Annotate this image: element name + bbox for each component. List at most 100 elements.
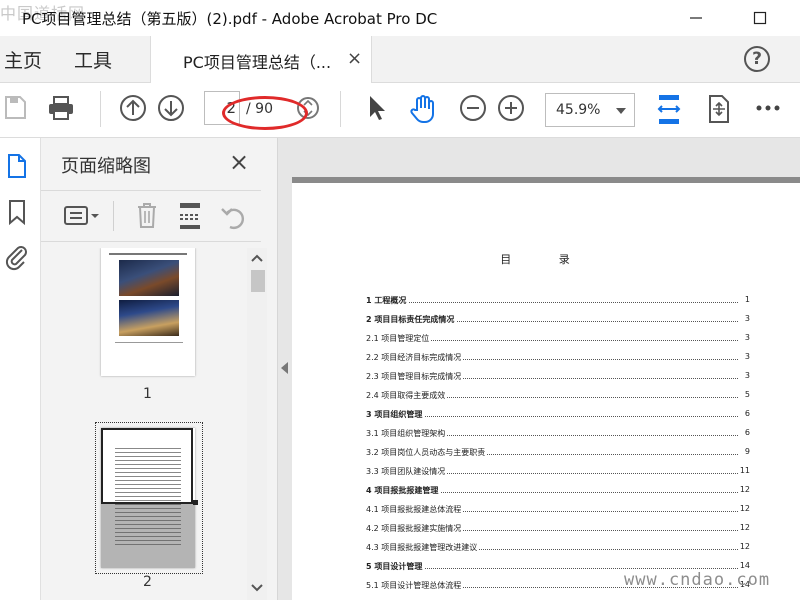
close-panel-button[interactable]: × bbox=[229, 148, 249, 176]
window-title: PC项目管理总结（第五版）(2).pdf - Adobe Acrobat Pro… bbox=[22, 10, 438, 28]
bookmark-icon[interactable] bbox=[6, 198, 28, 226]
toc-entry[interactable]: 2.3 项目管理目标完成情况 3 bbox=[366, 371, 750, 385]
zoom-select[interactable]: 45.9% bbox=[545, 93, 635, 127]
rotate-icon[interactable] bbox=[219, 201, 247, 231]
toc-entry-text: 3.2 项目岗位人员动态与主要职责 bbox=[366, 447, 488, 458]
toc-entry-page: 12 bbox=[739, 523, 750, 532]
toc-entry-text: 2.2 项目经济目标完成情况 bbox=[366, 352, 464, 363]
save-icon[interactable] bbox=[4, 93, 28, 123]
toc-entry[interactable]: 2.1 项目管理定位 3 bbox=[366, 333, 750, 347]
toc-entry-text: 5 项目设计管理 bbox=[366, 561, 425, 572]
thumb-resize-handle[interactable] bbox=[193, 500, 198, 505]
toc-entry[interactable]: 4.2 项目报批报建实施情况 12 bbox=[366, 523, 750, 537]
fit-width-icon[interactable] bbox=[656, 93, 682, 127]
thumb-image-2 bbox=[119, 300, 179, 336]
thumbnail-scrollbar[interactable] bbox=[247, 248, 267, 600]
close-tab-button[interactable]: × bbox=[347, 48, 362, 69]
toolbar-separator bbox=[340, 91, 341, 127]
help-button[interactable]: ? bbox=[744, 46, 770, 72]
toolbar-separator bbox=[100, 91, 101, 127]
next-page-icon[interactable] bbox=[156, 93, 186, 123]
toc-entry-page: 3 bbox=[744, 352, 750, 361]
toc-entry[interactable]: 4 项目报批报建管理 12 bbox=[366, 485, 750, 499]
minimize-icon bbox=[690, 17, 702, 19]
toc-entry[interactable]: 4.3 项目报批报建管理改进建议 12 bbox=[366, 542, 750, 556]
toc-entry[interactable]: 1 工程概况 1 bbox=[366, 295, 750, 309]
toc-entry[interactable]: 2.4 项目取得主要成效 5 bbox=[366, 390, 750, 404]
toc-entry-text: 3.3 项目团队建设情况 bbox=[366, 466, 448, 477]
toc-entry[interactable]: 3.2 项目岗位人员动态与主要职责 9 bbox=[366, 447, 750, 461]
toc-entry-text: 4.3 项目报批报建管理改进建议 bbox=[366, 542, 480, 553]
thumb-image-1 bbox=[119, 260, 179, 296]
toc-entry-text: 4.1 项目报批报建总体流程 bbox=[366, 504, 464, 515]
toc-title: 目 录 bbox=[500, 253, 592, 266]
toc-entry-page: 1 bbox=[744, 295, 750, 304]
delete-icon[interactable] bbox=[135, 201, 159, 231]
document-tab-label: PC项目管理总结（... bbox=[183, 53, 332, 72]
zoom-value: 45.9% bbox=[556, 102, 601, 118]
extract-pages-icon[interactable] bbox=[177, 201, 203, 231]
thumbnail-list: 1 2 bbox=[41, 248, 251, 600]
document-page: 目 录 1 工程概况 1 2 项目目标责任完成情况 3 2.1 项目管理定位 3 2.2 项… bbox=[292, 177, 800, 600]
toc-entry-text: 3 项目组织管理 bbox=[366, 409, 425, 420]
thumb-text-lines bbox=[115, 448, 181, 548]
toc-entry-page: 5 bbox=[744, 390, 750, 399]
toc-entry[interactable]: 3.1 项目组织管理架构 6 bbox=[366, 428, 750, 442]
toolbar-separator bbox=[113, 201, 114, 231]
toc-entry-text: 2.1 项目管理定位 bbox=[366, 333, 432, 344]
select-icon[interactable] bbox=[364, 93, 388, 123]
tab-home[interactable]: 主页 bbox=[4, 46, 42, 73]
watermark-bottom: www.cndao.com bbox=[624, 570, 771, 590]
toc-entry-text: 3.1 项目组织管理架构 bbox=[366, 428, 448, 439]
tab-tools[interactable]: 工具 bbox=[74, 46, 112, 73]
thumbnail-label-1: 1 bbox=[143, 386, 152, 402]
tab-document[interactable]: PC项目管理总结（... × bbox=[150, 36, 372, 83]
thumbnail-page-2[interactable] bbox=[101, 428, 198, 568]
scroll-down-icon[interactable] bbox=[250, 582, 264, 594]
print-icon[interactable] bbox=[46, 93, 76, 123]
toc-entry[interactable]: 3 项目组织管理 6 bbox=[366, 409, 750, 423]
toc-entry[interactable]: 4.1 项目报批报建总体流程 12 bbox=[366, 504, 750, 518]
zoom-in-icon[interactable] bbox=[496, 93, 526, 123]
more-icon[interactable] bbox=[754, 93, 782, 123]
thumbnail-label-2: 2 bbox=[143, 574, 152, 590]
annotation-circle bbox=[222, 96, 308, 130]
toc-entry-text: 2.3 项目管理目标完成情况 bbox=[366, 371, 464, 382]
title-bar: 中国道括网 PC项目管理总结（第五版）(2).pdf - Adobe Acrob… bbox=[0, 0, 800, 36]
toc-entry[interactable]: 2 项目目标责任完成情况 3 bbox=[366, 314, 750, 328]
collapse-panel-icon[interactable] bbox=[281, 362, 288, 374]
chevron-down-icon bbox=[616, 108, 626, 114]
prev-page-icon[interactable] bbox=[118, 93, 148, 123]
toc-entry-page: 12 bbox=[739, 485, 750, 494]
toc-entry-page: 12 bbox=[739, 542, 750, 551]
toc-entry-text: 1 工程概况 bbox=[366, 295, 409, 306]
toc-entry[interactable]: 3.3 项目团队建设情况 11 bbox=[366, 466, 750, 480]
scroll-up-icon[interactable] bbox=[250, 252, 264, 264]
toc-entry-text: 2.4 项目取得主要成效 bbox=[366, 390, 448, 401]
toc-entry-page: 6 bbox=[744, 428, 750, 437]
minimize-button[interactable] bbox=[676, 4, 716, 32]
hand-icon[interactable] bbox=[408, 93, 438, 125]
toc-entry-page: 3 bbox=[744, 314, 750, 323]
toc-entry-page: 12 bbox=[739, 504, 750, 513]
fit-page-icon[interactable] bbox=[706, 93, 732, 125]
panel-title: 页面缩略图 bbox=[61, 156, 151, 177]
options-menu-icon[interactable] bbox=[63, 204, 101, 228]
zoom-out-icon[interactable] bbox=[458, 93, 488, 123]
toc-entry-page: 9 bbox=[744, 447, 750, 456]
toc-entry-text: 2 项目目标责任完成情况 bbox=[366, 314, 457, 325]
toc-entry-page: 14 bbox=[739, 561, 750, 570]
toc-entry-page: 3 bbox=[744, 333, 750, 342]
attachment-icon[interactable] bbox=[4, 242, 28, 272]
toc-entry[interactable]: 2.2 项目经济目标完成情况 3 bbox=[366, 352, 750, 366]
page-thumbnails-icon[interactable] bbox=[6, 152, 28, 180]
toc-entry-text: 4 项目报批报建管理 bbox=[366, 485, 441, 496]
maximize-button[interactable] bbox=[740, 4, 780, 32]
toolbar: 2 / 90 45.9% bbox=[0, 83, 800, 138]
tab-bar: 主页 工具 PC项目管理总结（... × ? bbox=[0, 36, 800, 83]
thumb-caption-line bbox=[115, 342, 183, 343]
scroll-thumb[interactable] bbox=[251, 270, 265, 292]
maximize-icon bbox=[753, 11, 767, 25]
thumbnail-page-1[interactable] bbox=[101, 248, 195, 376]
toc-entry-text: 5.1 项目设计管理总体流程 bbox=[366, 580, 464, 591]
